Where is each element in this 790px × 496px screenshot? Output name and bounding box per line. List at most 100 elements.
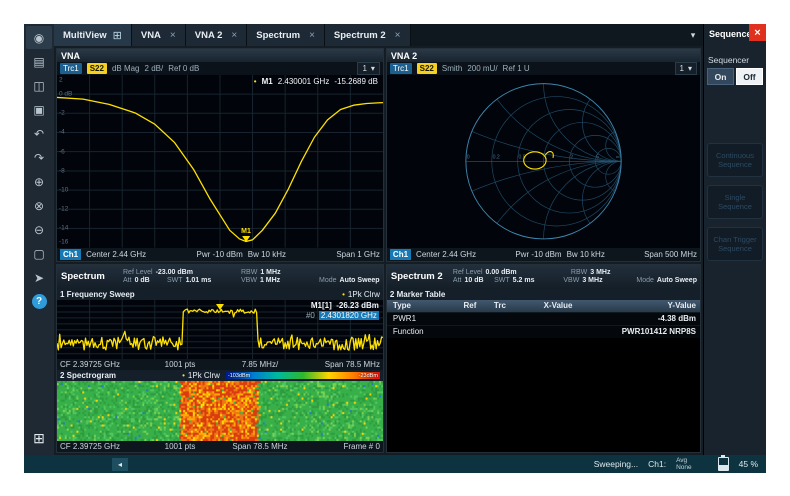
tab-spectrum2[interactable]: Spectrum 2 × — [325, 24, 411, 46]
chan-trigger-sequence-button[interactable]: Chan Trigger Sequence — [707, 227, 763, 261]
window-header: Spectrum 2 Ref Level0.00 dBm RBW3 MHz At… — [387, 265, 700, 289]
marker-table-title-bar: 2 Marker Table — [387, 289, 700, 300]
spectrogram-title-bar: 2 Spectrogram • 1Pk Clrw -103dBm -23dBm — [57, 370, 383, 381]
left-toolbar: ◉ ▤ ◫ ▣ ↶ ↷ ⊕ ⊗ ⊖ ▢ ➤ ? ⊞ — [24, 24, 54, 455]
channel-info-bar: Ch1 Center 2.44 GHz Pwr -10 dBm Bw 10 kH… — [387, 248, 700, 261]
trace-scale: 2 dB/ — [145, 64, 164, 73]
marker-triangle-icon — [216, 304, 224, 310]
trace-chip[interactable]: Trc1 — [390, 63, 412, 74]
sweep-title-bar: 1 Frequency Sweep • 1Pk Clrw — [57, 289, 383, 300]
tab-label: VNA — [141, 30, 161, 41]
trace-selector[interactable]: 1 ▾ — [675, 62, 697, 75]
single-sequence-button[interactable]: Single Sequence — [707, 185, 763, 219]
continuous-sequence-button[interactable]: Continuous Sequence — [707, 143, 763, 177]
trace-settings-bar: Trc1 S22 Smith 200 mU/ Ref 1 U 1 ▾ — [387, 62, 700, 75]
tab-label: MultiView — [63, 30, 107, 41]
marker-m1[interactable] — [216, 304, 224, 310]
y-axis-label: -10 — [59, 187, 68, 194]
table-row[interactable]: PWR1 -4.38 dBm — [387, 312, 700, 325]
trace-format: dB Mag — [112, 64, 140, 73]
sequencer-on-button[interactable]: On — [707, 68, 734, 85]
average-indicator: Avg None — [676, 457, 692, 471]
battery-icon — [718, 457, 729, 471]
power: Pwr -10 dBm — [515, 250, 561, 259]
print-icon[interactable]: ▤ — [26, 50, 52, 73]
open-icon[interactable]: ▣ — [26, 98, 52, 121]
tab-vna[interactable]: VNA × — [132, 24, 186, 46]
y-axis-label: 2 — [59, 77, 63, 84]
tab-vna2[interactable]: VNA 2 × — [186, 24, 247, 46]
smith-chart-area[interactable]: 0 0.2 0.5 1 2 5 ∞ — [387, 75, 700, 248]
trace-format: Smith — [442, 64, 462, 73]
tab-close-icon[interactable]: × — [170, 30, 176, 41]
tab-close-icon[interactable]: × — [395, 30, 401, 41]
battery-percentage: 45 % — [739, 459, 758, 469]
center-freq: Center 2.44 GHz — [416, 250, 476, 259]
help-icon[interactable]: ? — [26, 290, 52, 313]
camera-icon[interactable]: ◉ — [26, 26, 52, 49]
sequencer-section-label: Sequencer — [704, 46, 766, 68]
sweep-graph-area[interactable]: M1[1] -26.23 dBm #02.4301820 GHz — [57, 300, 383, 360]
tab-overflow-button[interactable]: ▾ — [683, 24, 703, 46]
sequencer-toggle: On Off — [704, 68, 766, 85]
close-icon[interactable]: × — [749, 24, 766, 41]
svg-text:∞: ∞ — [616, 155, 620, 161]
channel-chip[interactable]: Ch1 — [390, 249, 411, 260]
marker-readout: • M1 2.430001 GHz -15.2689 dB — [254, 77, 378, 86]
tab-label: Spectrum — [256, 30, 300, 41]
vna-plot — [57, 75, 383, 248]
svg-text:5: 5 — [596, 155, 599, 161]
window-title: Spectrum — [57, 271, 123, 282]
page: ◉ ▤ ◫ ▣ ↶ ↷ ⊕ ⊗ ⊖ ▢ ➤ ? ⊞ MultiView ⊞ VN… — [0, 0, 790, 496]
chevron-down-icon: ▾ — [691, 30, 696, 41]
spectrogram-area[interactable] — [57, 381, 383, 441]
undo-icon[interactable]: ↶ — [26, 122, 52, 145]
window-vna2[interactable]: VNA 2 Trc1 S22 Smith 200 mU/ Ref 1 U 1 ▾ — [386, 48, 701, 262]
power: Pwr -10 dBm — [197, 250, 243, 259]
display-icon[interactable]: ▢ — [26, 242, 52, 265]
marker-m1[interactable]: M1 — [241, 228, 251, 242]
sequencer-off-button[interactable]: Off — [736, 68, 763, 85]
spectrogram-color-scale: -103dBm -23dBm — [226, 372, 380, 379]
softkey-panel: Sequencer × Sequencer On Off Continuous … — [703, 24, 766, 455]
measurement-settings: Ref Level-23.00 dBm RBW1 MHz Att0 dB SWT… — [123, 269, 383, 284]
tab-multiview[interactable]: MultiView ⊞ — [54, 24, 132, 46]
marker-table-header: Type Ref Trc X-Value Y-Value — [387, 300, 700, 312]
marker-triangle-icon — [242, 236, 250, 242]
chevron-down-icon: ▾ — [371, 64, 375, 73]
bandwidth: Bw 10 kHz — [248, 250, 286, 259]
empty-result-area — [387, 338, 700, 452]
tab-close-icon[interactable]: × — [231, 30, 237, 41]
statusbar-collapse-button[interactable]: ◂ — [112, 458, 128, 471]
svg-text:2: 2 — [570, 155, 573, 161]
zoom-in-icon[interactable]: ⊕ — [26, 170, 52, 193]
multiview-grid-icon: ⊞ — [113, 29, 122, 42]
trace-chip[interactable]: Trc1 — [60, 63, 82, 74]
window-spectrum2[interactable]: Spectrum 2 Ref Level0.00 dBm RBW3 MHz At… — [386, 264, 701, 453]
smith-chart: 0 0.2 0.5 1 2 5 ∞ — [387, 75, 700, 248]
windows-icon[interactable]: ⊞ — [26, 427, 52, 450]
zoom-off-icon[interactable]: ⊗ — [26, 194, 52, 217]
tab-spectrum[interactable]: Spectrum × — [247, 24, 325, 46]
table-row[interactable]: Function PWR101412 NRP8S — [387, 325, 700, 338]
zoom-out-icon[interactable]: ⊖ — [26, 218, 52, 241]
trace-selector[interactable]: 1 ▾ — [357, 62, 379, 75]
vna-graph-area[interactable]: 2 0 dB -2 -4 -6 -8 -10 -12 -14 -16 • M1 — [57, 75, 383, 248]
pointer-help-icon[interactable]: ➤ — [26, 266, 52, 289]
redo-icon[interactable]: ↷ — [26, 146, 52, 169]
window-title: VNA 2 — [387, 49, 700, 62]
save-icon[interactable]: ◫ — [26, 74, 52, 97]
window-spectrum[interactable]: Spectrum Ref Level-23.00 dBm RBW1 MHz At… — [56, 264, 384, 453]
channel-indicator: Ch1: — [648, 459, 666, 469]
trace-settings-bar: Trc1 S22 dB Mag 2 dB/ Ref 0 dB 1 ▾ — [57, 62, 383, 75]
window-vna[interactable]: VNA Trc1 S22 dB Mag 2 dB/ Ref 0 dB 1 ▾ — [56, 48, 384, 262]
tab-close-icon[interactable]: × — [309, 30, 315, 41]
sparam-chip[interactable]: S22 — [87, 63, 107, 74]
center-freq: Center 2.44 GHz — [86, 250, 146, 259]
trace-ref: Ref 1 U — [503, 64, 530, 73]
y-axis-label: -4 — [59, 129, 65, 136]
sparam-chip[interactable]: S22 — [417, 63, 437, 74]
channel-chip[interactable]: Ch1 — [60, 249, 81, 260]
trace-legend: • 1Pk Clrw — [342, 290, 380, 299]
sequencer-mode-buttons: Continuous Sequence Single Sequence Chan… — [704, 143, 766, 261]
